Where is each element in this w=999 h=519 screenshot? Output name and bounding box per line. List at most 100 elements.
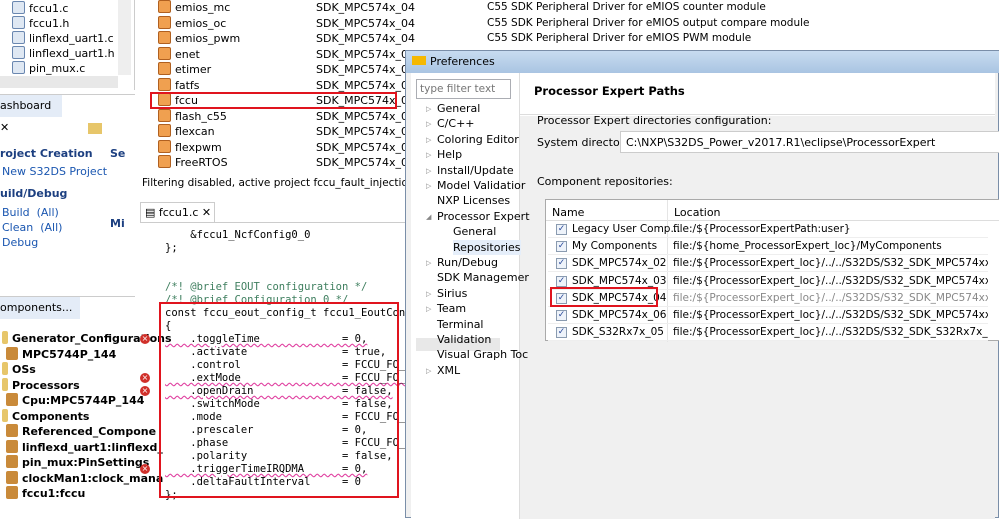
pref-tree-item[interactable]: Run/Debug [437,255,498,271]
col-header-name[interactable]: Name [552,206,584,219]
pref-tree-item[interactable]: General [453,224,496,240]
pref-tree-item[interactable]: Validation [437,332,491,348]
system-dir-input[interactable]: C:\NXP\S32DS_Power_v2017.R1\eclipse\Proc… [620,131,999,153]
checkbox[interactable]: ✓ [556,275,567,287]
repos-label: Component repositories: [537,175,673,188]
error-marker-icon[interactable]: × [140,373,150,383]
collapsed-arrow-icon[interactable]: ▷ [426,105,431,113]
editor-tab[interactable]: ▤ fccu1.c ✕ [140,202,215,222]
library-row[interactable]: FreeRTOS SDK_MPC574x_04 [158,155,415,170]
library-row[interactable]: fatfs SDK_MPC574x_04 [158,77,415,93]
component-tree-item[interactable]: Referenced_Compone [6,424,156,439]
library-row[interactable]: flexcan SDK_MPC574x_04 [158,124,415,139]
component-tree-item[interactable]: OSs [2,362,36,377]
filter-input[interactable] [416,79,511,99]
c-file-icon [12,31,25,44]
component-icon [158,139,171,153]
pref-tree-item[interactable]: SDK Managemer [437,270,529,286]
clean-link[interactable]: Clean (All) [2,221,62,234]
collapsed-arrow-icon[interactable]: ▷ [426,305,431,313]
checkbox[interactable]: ✓ [556,327,567,339]
library-row[interactable]: flexpwm SDK_MPC574x_04 [158,139,415,155]
expanded-arrow-icon[interactable]: ◢ [426,213,431,221]
component-tree-item[interactable]: MPC5744P_144 [6,346,116,362]
dashboard-tab[interactable]: ashboard ✕ [0,95,62,134]
repo-row[interactable]: ✓ My Components file:/${home_ProcessorExpe… [548,238,988,256]
component-tree-item[interactable]: Components [2,408,89,424]
error-marker-icon[interactable]: × [140,386,150,396]
debug-link[interactable]: Debug [2,236,38,249]
scrollbar-horizontal[interactable] [0,76,118,88]
page-title: Processor Expert Paths [534,84,685,98]
library-description: C55 SDK Peripheral Driver for eMIOS outp… [487,16,810,29]
build-link[interactable]: Build (All) [2,206,59,219]
pref-tree-item[interactable]: Team [437,301,466,317]
file-item[interactable]: linflexd_uart1.h [12,46,115,61]
component-icon [6,455,18,468]
folder-icon [2,408,8,422]
code-line[interactable]: }; [165,242,178,255]
file-item[interactable]: pin_mux.c [12,61,85,76]
checkbox[interactable]: ✓ [556,258,567,270]
library-row[interactable]: enet SDK_MPC574x_04 [158,46,415,62]
library-row[interactable]: emios_mc SDK_MPC574x_04 [158,0,415,15]
pref-tree-item[interactable]: Install/Update [437,163,514,179]
component-tree-item[interactable]: pin_mux:PinSettings [6,455,149,470]
pref-tree-item[interactable]: Help [437,147,462,163]
components-tab[interactable]: omponents... [0,297,80,319]
component-icon [6,470,18,484]
pref-tree-item[interactable]: Processor Expert [437,209,530,225]
new-project-link[interactable]: New S32DS Project [2,165,107,178]
library-description: C55 SDK Peripheral Driver for eMIOS coun… [487,1,766,13]
header-file-icon [12,16,25,29]
collapsed-arrow-icon[interactable]: ▷ [426,136,431,144]
repo-row[interactable]: ✓ Legacy User Comp... file:/${ProcessorExp… [548,221,988,238]
code-line[interactable]: &fccu1_NcfConfig0_0 [165,229,310,242]
library-row[interactable]: emios_pwm SDK_MPC574x_04 [158,31,415,46]
scrollbar-vertical[interactable] [118,0,131,75]
pref-tree-item[interactable]: Model Validatior [437,178,525,194]
library-row[interactable]: flash_c55 SDK_MPC574x_04 [158,108,415,124]
folder-icon[interactable] [88,123,102,134]
component-icon [158,15,171,29]
repo-row[interactable]: ✓ SDK_S32Rx7x_05 file:/${ProcessorExpert_l… [548,324,988,342]
section-mi: Mi [110,217,125,230]
pref-tree-item[interactable]: Terminal [437,317,484,333]
collapsed-arrow-icon[interactable]: ▷ [426,167,431,175]
pref-tree-item[interactable]: General [437,101,480,117]
library-row[interactable]: etimer SDK_MPC574x_04 [158,62,415,77]
collapsed-arrow-icon[interactable]: ▷ [426,367,431,375]
checkbox[interactable]: ✓ [556,310,567,321]
pref-tree-item[interactable]: NXP Licenses [437,193,510,209]
components-panel: omponents... Generator_Configurations MPC… [0,296,172,518]
collapsed-arrow-icon[interactable]: ▷ [426,182,431,190]
repo-row[interactable]: ✓ SDK_MPC574x_02 file:/${ProcessorExpert_l… [548,255,988,273]
pref-tree-item[interactable]: Repositories [453,239,521,256]
component-tree-item[interactable]: fccu1:fccu [6,486,85,501]
component-icon [158,77,171,91]
error-marker-icon[interactable]: × [140,334,150,344]
dialog-title-bar[interactable]: Preferences [406,51,999,73]
file-item[interactable]: fccu1.h [12,16,69,31]
component-tree-item[interactable]: Cpu:MPC5744P_144 [6,393,144,408]
collapsed-arrow-icon[interactable]: ▷ [426,290,431,298]
error-marker-icon[interactable]: × [140,464,150,474]
file-item[interactable]: fccu1.c [12,1,68,16]
pref-tree-item[interactable]: Sirius [437,286,467,302]
col-header-location[interactable]: Location [674,206,721,219]
checkbox[interactable]: ✓ [556,224,567,235]
component-icon [6,346,18,360]
repo-row[interactable]: ✓ SDK_MPC574x_06 file:/${ProcessorExpert_l… [548,307,988,324]
pref-tree-item[interactable]: Visual Graph Toc [437,347,528,363]
collapsed-arrow-icon[interactable]: ▷ [426,151,431,159]
library-row[interactable]: emios_oc SDK_MPC574x_04 [158,15,415,31]
checkbox[interactable]: ✓ [556,241,567,253]
component-tree-item[interactable]: Processors [2,377,80,393]
pref-tree-item[interactable]: C/C++ [437,116,475,132]
pref-tree-item[interactable]: Coloring Editor [437,132,519,148]
code-line[interactable]: /*! @brief EOUT configuration */ [165,281,367,294]
pref-tree-item[interactable]: XML [437,363,460,379]
file-item[interactable]: linflexd_uart1.c [12,31,114,46]
collapsed-arrow-icon[interactable]: ▷ [426,120,431,128]
collapsed-arrow-icon[interactable]: ▷ [426,259,431,267]
